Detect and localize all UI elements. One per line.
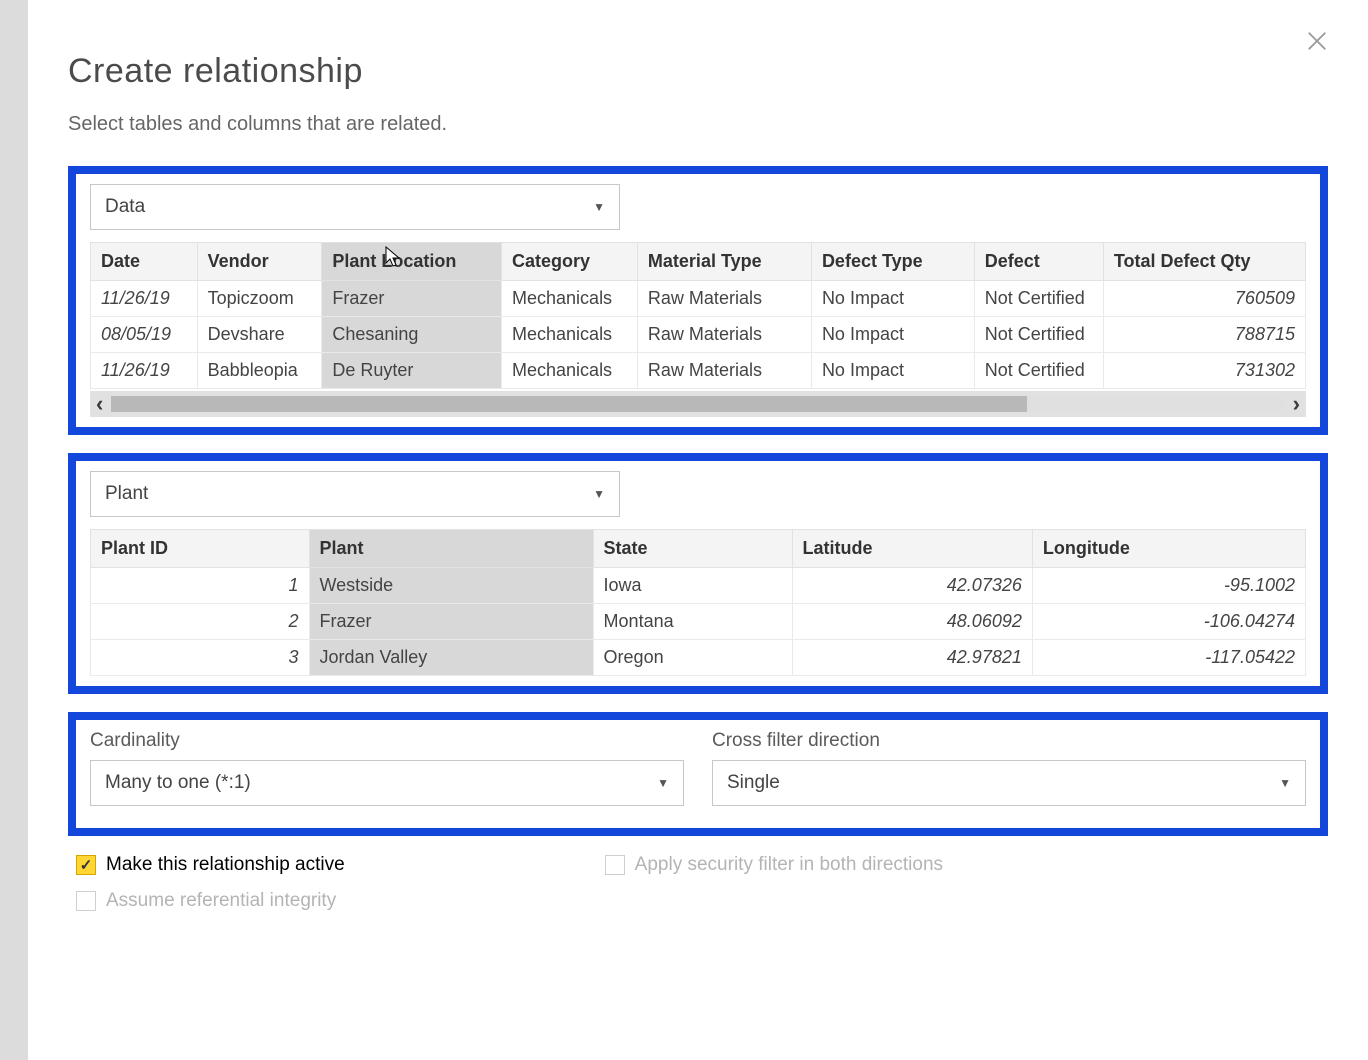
col-header[interactable]: Plant ID [91,530,310,568]
horizontal-scrollbar[interactable]: ‹ › [90,391,1306,417]
chevron-down-icon: ▼ [593,200,605,214]
cell: No Impact [811,353,974,389]
cell: Raw Materials [637,353,811,389]
table-row: 2 Frazer Montana 48.06092 -106.04274 [91,604,1306,640]
cell: Frazer [309,604,593,640]
cell: Babbleopia [197,353,322,389]
primary-table-section: Data ▼ Date Vendor Plant Location Catego… [68,166,1328,435]
make-active-label: Make this relationship active [106,854,345,876]
chevron-down-icon: ▼ [1279,776,1291,790]
cell: 08/05/19 [91,317,198,353]
relationship-checkboxes: Make this relationship active Apply secu… [68,854,1328,912]
cell: Oregon [593,640,792,676]
cell: Devshare [197,317,322,353]
cell: Mechanicals [502,281,638,317]
cell: Not Certified [974,281,1103,317]
col-header-selected[interactable]: Plant Location [322,243,502,281]
make-active-checkbox-row[interactable]: Make this relationship active [76,854,345,876]
cell: Chesaning [322,317,502,353]
col-header[interactable]: Date [91,243,198,281]
col-header[interactable]: Longitude [1032,530,1305,568]
primary-table-preview: Date Vendor Plant Location Category Mate… [90,242,1306,389]
cell: 2 [91,604,310,640]
table-row: 3 Jordan Valley Oregon 42.97821 -117.054… [91,640,1306,676]
cell: -117.05422 [1032,640,1305,676]
cell: Frazer [322,281,502,317]
cell: 48.06092 [792,604,1032,640]
secondary-table-preview: Plant ID Plant State Latitude Longitude … [90,529,1306,676]
dialog-title: Create relationship [68,52,1328,91]
col-header[interactable]: Total Defect Qty [1103,243,1305,281]
col-header[interactable]: State [593,530,792,568]
checkbox-icon [605,855,625,875]
secondary-table-section: Plant ▼ Plant ID Plant State Latitude Lo… [68,453,1328,694]
table-row: 08/05/19 Devshare Chesaning Mechanicals … [91,317,1306,353]
col-header-selected[interactable]: Plant [309,530,593,568]
cell: 42.07326 [792,568,1032,604]
create-relationship-dialog: Create relationship Select tables and co… [28,0,1368,1060]
apply-security-checkbox-row: Apply security filter in both directions [605,854,943,876]
cell: De Ruyter [322,353,502,389]
cell: 11/26/19 [91,353,198,389]
cell: Montana [593,604,792,640]
assume-referential-label: Assume referential integrity [106,890,336,912]
chevron-down-icon: ▼ [657,776,669,790]
chevron-down-icon: ▼ [593,487,605,501]
cardinality-label: Cardinality [90,730,684,752]
cell: 788715 [1103,317,1305,353]
close-button[interactable] [1306,28,1328,58]
cell: Not Certified [974,353,1103,389]
table-row: 11/26/19 Babbleopia De Ruyter Mechanical… [91,353,1306,389]
cell: Mechanicals [502,353,638,389]
cell: Topiczoom [197,281,322,317]
cell: No Impact [811,317,974,353]
cell: 42.97821 [792,640,1032,676]
cell: -106.04274 [1032,604,1305,640]
cell: Mechanicals [502,317,638,353]
primary-table-dropdown[interactable]: Data ▼ [90,184,620,230]
col-header[interactable]: Defect [974,243,1103,281]
checkbox-icon[interactable] [76,855,96,875]
cell: Raw Materials [637,317,811,353]
crossfilter-value: Single [727,772,780,794]
col-header[interactable]: Material Type [637,243,811,281]
col-header[interactable]: Category [502,243,638,281]
cell: 760509 [1103,281,1305,317]
cardinality-dropdown[interactable]: Many to one (*:1) ▼ [90,760,684,806]
scroll-left-icon[interactable]: ‹ [96,393,103,415]
cell: No Impact [811,281,974,317]
cell: 3 [91,640,310,676]
apply-security-label: Apply security filter in both directions [635,854,943,876]
col-header[interactable]: Vendor [197,243,322,281]
assume-referential-checkbox-row: Assume referential integrity [76,890,1328,912]
checkbox-icon [76,891,96,911]
table-row: 11/26/19 Topiczoom Frazer Mechanicals Ra… [91,281,1306,317]
cell: Westside [309,568,593,604]
cell: 731302 [1103,353,1305,389]
secondary-table-dropdown-value: Plant [105,483,148,505]
cell: Iowa [593,568,792,604]
cell: Not Certified [974,317,1103,353]
relationship-options-section: Cardinality Many to one (*:1) ▼ Cross fi… [68,712,1328,836]
cell: 11/26/19 [91,281,198,317]
col-header[interactable]: Defect Type [811,243,974,281]
table-row: 1 Westside Iowa 42.07326 -95.1002 [91,568,1306,604]
col-header[interactable]: Latitude [792,530,1032,568]
cardinality-value: Many to one (*:1) [105,772,251,794]
dialog-subtitle: Select tables and columns that are relat… [68,113,1328,136]
close-icon [1306,26,1328,59]
secondary-table-dropdown[interactable]: Plant ▼ [90,471,620,517]
cell: 1 [91,568,310,604]
primary-table-dropdown-value: Data [105,196,145,218]
crossfilter-label: Cross filter direction [712,730,1306,752]
cell: Raw Materials [637,281,811,317]
cell: -95.1002 [1032,568,1305,604]
cell: Jordan Valley [309,640,593,676]
crossfilter-dropdown[interactable]: Single ▼ [712,760,1306,806]
scroll-right-icon[interactable]: › [1293,393,1300,415]
